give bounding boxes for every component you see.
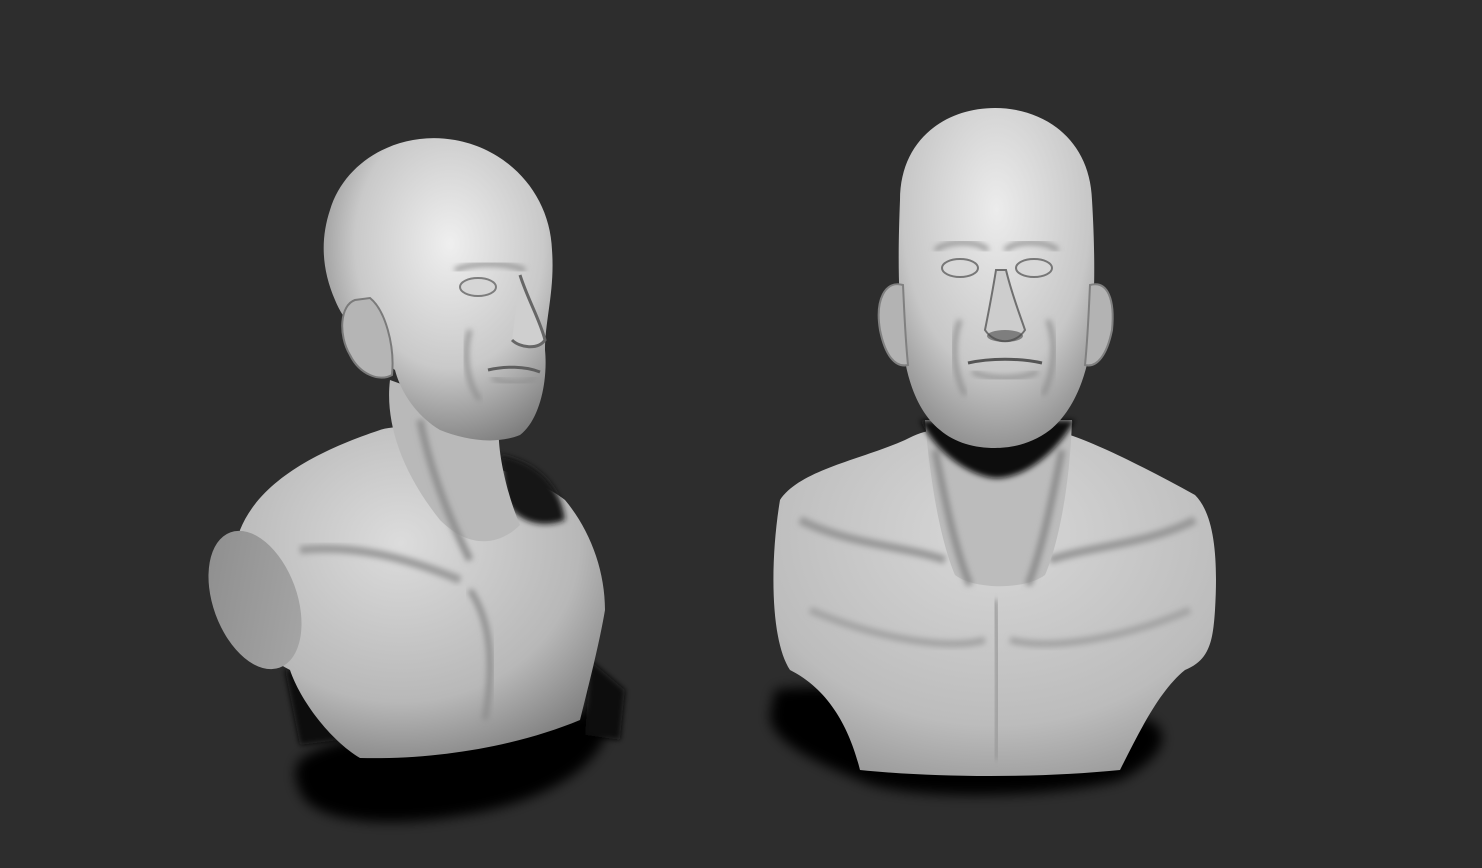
viewport-canvas[interactable] xyxy=(0,0,1482,868)
eye-right xyxy=(1015,258,1053,278)
eye xyxy=(459,277,497,297)
ear-left xyxy=(877,283,910,367)
sculpt-viewport[interactable] xyxy=(0,0,1482,868)
eye-left xyxy=(941,258,979,278)
bust-three-quarter-view[interactable] xyxy=(191,138,625,822)
ear-right xyxy=(1083,283,1114,367)
head xyxy=(323,138,553,441)
bust-front-view[interactable] xyxy=(770,108,1216,795)
sternum-line xyxy=(992,599,1001,761)
nostrils xyxy=(987,330,1023,342)
